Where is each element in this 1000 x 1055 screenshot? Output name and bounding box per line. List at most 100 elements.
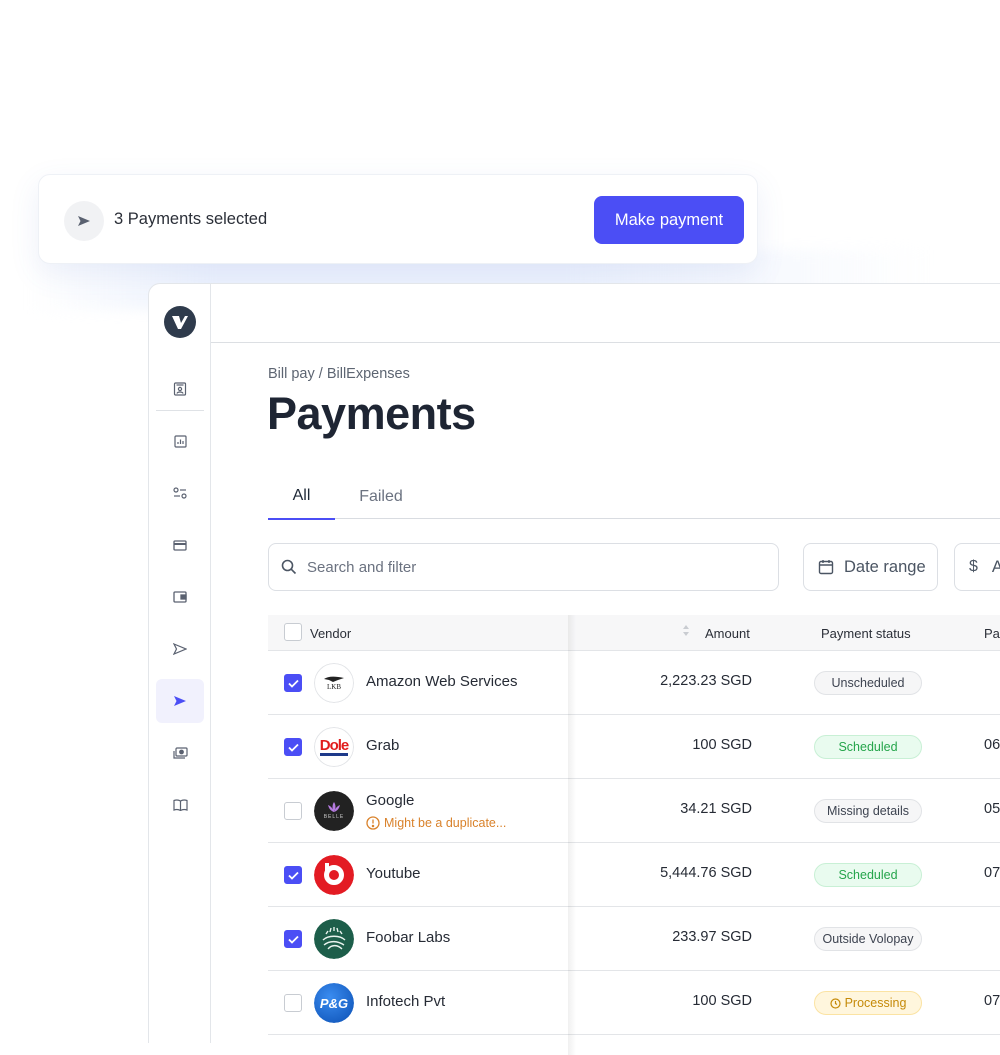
status-text: Processing — [844, 996, 907, 1010]
duplicate-warning-text: Might be a duplicate... — [384, 816, 507, 830]
column-header-amount[interactable]: Amount — [705, 626, 750, 641]
status-badge: Outside Volopay — [814, 927, 922, 951]
amount-filter-label: Amount — [992, 558, 1000, 577]
wallet-icon — [173, 591, 187, 603]
credit-card-icon — [173, 539, 187, 551]
table-row[interactable]: Youtube 5,444.76 SGD Scheduled 07 — [268, 843, 1000, 907]
column-header-vendor[interactable]: Vendor — [310, 626, 351, 641]
sliders-icon — [173, 487, 187, 499]
tab-all[interactable]: All — [268, 474, 335, 520]
money-icon — [172, 746, 188, 759]
sidebar-item-analytics[interactable] — [156, 419, 204, 463]
date-range-filter[interactable]: Date range — [803, 543, 938, 591]
payment-date: 06 — [984, 737, 1000, 753]
row-checkbox[interactable] — [284, 738, 302, 756]
page-title: Payments — [267, 388, 476, 439]
vendor-name[interactable]: Amazon Web Services — [366, 673, 517, 690]
selection-toast: 3 Payments selected Make payment — [38, 174, 758, 264]
sidebar-item-controls[interactable] — [156, 471, 204, 515]
search-icon — [281, 559, 297, 575]
sidebar-item-wallet[interactable] — [156, 575, 204, 619]
clock-icon — [829, 997, 841, 1009]
status-text: Missing details — [827, 804, 909, 818]
vendor-logo: BELLE — [314, 791, 354, 831]
table-header: Vendor Amount Payment status Payment dat… — [268, 615, 1000, 651]
bar-chart-icon — [173, 434, 187, 448]
status-badge: Scheduled — [814, 735, 922, 759]
search-input[interactable] — [307, 558, 747, 576]
status-badge: Missing details — [814, 799, 922, 823]
vendor-logo: Dole — [314, 727, 354, 767]
status-text: Scheduled — [838, 868, 898, 882]
status-text: Unscheduled — [831, 676, 905, 690]
sidebar-item-accounting[interactable] — [156, 783, 204, 827]
table-row[interactable]: P&G Infotech Pvt 100 SGD Processing 07 — [268, 971, 1000, 1035]
sidebar — [149, 284, 211, 1043]
row-checkbox[interactable] — [284, 802, 302, 820]
vendor-logo: LKB — [314, 663, 354, 703]
sort-icon[interactable] — [682, 624, 690, 640]
book-icon — [172, 799, 188, 811]
sidebar-item-bill-pay[interactable] — [156, 679, 204, 723]
row-checkbox[interactable] — [284, 930, 302, 948]
sidebar-item-send[interactable] — [156, 627, 204, 671]
sidebar-item-contacts[interactable] — [156, 367, 204, 411]
top-bar — [211, 284, 1000, 343]
column-header-payment-date[interactable]: Payment date — [984, 626, 1000, 641]
send-outline-icon — [173, 643, 187, 655]
vendor-name[interactable]: Grab — [366, 737, 399, 754]
payment-date: 07 — [984, 993, 1000, 1009]
selection-count-text: 3 Payments selected — [114, 210, 268, 228]
vendor-name[interactable]: Youtube — [366, 865, 421, 882]
vendor-name[interactable]: Foobar Labs — [366, 929, 450, 946]
status-badge: Processing — [814, 991, 922, 1015]
sidebar-item-reimbursements[interactable] — [156, 731, 204, 775]
search-field[interactable] — [268, 543, 779, 591]
vendor-name[interactable]: Google — [366, 792, 414, 809]
tab-bar: All Failed — [268, 474, 1000, 520]
vendor-name[interactable]: Infotech Pvt — [366, 993, 445, 1010]
table-row[interactable]: Dole Grab 100 SGD Scheduled 06 — [268, 715, 1000, 779]
date-range-label: Date range — [844, 557, 926, 576]
check-icon — [287, 743, 299, 752]
sidebar-item-cards[interactable] — [156, 523, 204, 567]
table-row[interactable]: BELLE Google Might be a duplicate... 34.… — [268, 779, 1000, 843]
calendar-icon — [818, 560, 834, 575]
amount: 100 SGD — [692, 993, 752, 1009]
amount: 2,223.23 SGD — [660, 673, 752, 689]
row-checkbox[interactable] — [284, 866, 302, 884]
table-row[interactable]: LKB Amazon Web Services 2,223.23 SGD Uns… — [268, 651, 1000, 715]
tab-failed[interactable]: Failed — [348, 474, 414, 519]
vendor-logo — [314, 919, 354, 959]
amount-filter[interactable]: $ Amount — [954, 543, 1000, 591]
check-icon — [287, 679, 299, 688]
send-filled-icon — [174, 696, 186, 706]
alert-circle-icon — [366, 816, 380, 830]
select-all-checkbox[interactable] — [284, 623, 302, 641]
payment-date: 07 — [984, 865, 1000, 881]
check-icon — [287, 935, 299, 944]
sidebar-divider — [156, 410, 204, 411]
column-header-payment-status[interactable]: Payment status — [821, 626, 911, 641]
row-checkbox[interactable] — [284, 994, 302, 1012]
status-text: Outside Volopay — [822, 932, 914, 946]
duplicate-warning[interactable]: Might be a duplicate... — [366, 816, 506, 830]
table-row[interactable]: Foobar Labs 233.97 SGD Outside Volopay — [268, 907, 1000, 971]
check-icon — [287, 871, 299, 880]
amount: 100 SGD — [692, 737, 752, 753]
vendor-logo — [314, 855, 354, 895]
send-icon — [64, 201, 104, 241]
amount: 34.21 SGD — [680, 801, 752, 817]
amount: 5,444.76 SGD — [660, 865, 752, 881]
dollar-icon: $ — [969, 558, 978, 575]
breadcrumb[interactable]: Bill pay / BillExpenses — [268, 366, 410, 382]
status-text: Scheduled — [838, 740, 898, 754]
app-window: Bill pay / BillExpenses Payments All Fai… — [148, 283, 1000, 1055]
status-badge: Unscheduled — [814, 671, 922, 695]
vendor-logo: P&G — [314, 983, 354, 1023]
make-payment-button[interactable]: Make payment — [594, 196, 744, 244]
amount: 233.97 SGD — [672, 929, 752, 945]
row-checkbox[interactable] — [284, 674, 302, 692]
payment-date: 05 — [984, 801, 1000, 817]
volopay-logo[interactable] — [164, 306, 196, 338]
